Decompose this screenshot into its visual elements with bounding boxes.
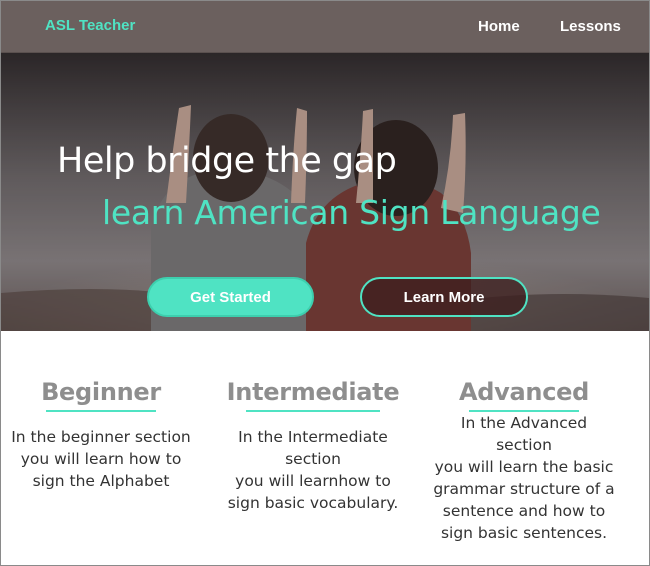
level-title: Advanced [459,378,589,406]
level-description: In the beginner section you will learn h… [11,428,191,490]
level-card-advanced: Advanced In the Advanced section you wil… [429,378,619,544]
level-card-beginner: Beginner In the beginner section you wil… [6,378,196,492]
nav-home-link[interactable]: Home [478,18,520,35]
level-description: In the Intermediate section you will lea… [227,428,399,512]
hero-photo [1,53,649,331]
level-card-intermediate: Intermediate In the Intermediate section… [223,378,403,514]
nav-lessons-link[interactable]: Lessons [560,18,621,35]
hero-banner: Help bridge the gap learn American Sign … [1,53,649,331]
hero-subheadline: learn American Sign Language [102,193,601,232]
navbar: ASL Teacher Home Lessons [1,1,649,53]
levels-section: Beginner In the beginner section you wil… [1,332,649,565]
level-description: In the Advanced section you will learn t… [433,414,615,542]
brand-logo[interactable]: ASL Teacher [45,17,135,34]
hero-headline: Help bridge the gap [57,141,397,181]
title-underline [46,410,156,412]
level-title: Beginner [41,378,161,406]
title-underline [246,410,380,412]
get-started-button[interactable]: Get Started [147,277,314,317]
level-title: Intermediate [226,378,400,406]
learn-more-button[interactable]: Learn More [360,277,528,317]
page: ASL Teacher Home Lessons Help bridge the… [0,0,650,566]
